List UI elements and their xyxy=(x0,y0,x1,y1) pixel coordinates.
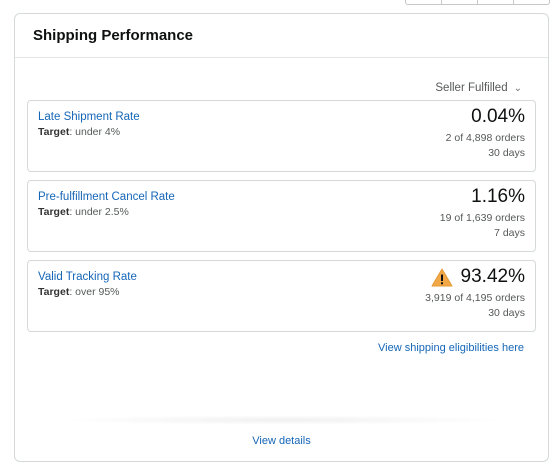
metric-target: Target: under 4% xyxy=(38,126,140,138)
metric-orders: 3,919 of 4,195 orders xyxy=(425,292,525,304)
metric-valid-tracking-rate: Valid Tracking Rate Target: over 95% 93.… xyxy=(27,260,536,332)
metric-name-link[interactable]: Late Shipment Rate xyxy=(38,111,140,123)
target-value: : under 2.5% xyxy=(69,206,129,218)
shipping-performance-card: Shipping Performance Seller Fulfilled ⌄ … xyxy=(14,13,549,462)
warning-icon xyxy=(431,268,453,286)
fulfillment-filter-dropdown[interactable]: Seller Fulfilled ⌄ xyxy=(435,82,522,94)
chevron-down-icon: ⌄ xyxy=(513,82,522,94)
target-value: : over 95% xyxy=(69,286,120,298)
metric-name-link[interactable]: Pre-fulfillment Cancel Rate xyxy=(38,191,175,203)
card-header: Shipping Performance xyxy=(15,14,548,58)
filter-label: Seller Fulfilled xyxy=(435,82,508,94)
top-button-segment[interactable] xyxy=(442,0,478,4)
metric-value: 0.04% xyxy=(446,106,525,128)
metric-value-text: 0.04% xyxy=(471,106,525,127)
target-label: Target xyxy=(38,286,70,298)
metric-period: 7 days xyxy=(494,227,525,239)
metric-orders: 19 of 1,639 orders xyxy=(439,212,525,224)
top-button-segment[interactable] xyxy=(406,0,442,4)
target-value: : under 4% xyxy=(69,126,121,138)
metric-value-text: 1.16% xyxy=(471,186,525,207)
filter-row: Seller Fulfilled ⌄ xyxy=(15,58,548,100)
metric-period: 30 days xyxy=(488,147,525,159)
top-button-group[interactable] xyxy=(405,0,550,5)
metric-period: 30 days xyxy=(488,307,525,319)
footer-divider-shadow xyxy=(55,415,508,425)
metric-name-link[interactable]: Valid Tracking Rate xyxy=(38,271,137,283)
metric-value: 93.42% xyxy=(425,266,525,288)
metric-orders: 2 of 4,898 orders xyxy=(445,132,525,144)
view-details-link[interactable]: View details xyxy=(15,435,548,447)
target-label: Target xyxy=(38,126,70,138)
metric-late-shipment-rate: Late Shipment Rate Target: under 4% 0.04… xyxy=(27,100,536,172)
metric-value: 1.16% xyxy=(440,186,525,208)
target-label: Target xyxy=(38,206,70,218)
metric-value-text: 93.42% xyxy=(460,266,525,287)
top-button-segment[interactable] xyxy=(514,0,549,4)
top-button-segment[interactable] xyxy=(478,0,514,4)
metric-target: Target: over 95% xyxy=(38,286,137,298)
metric-target: Target: under 2.5% xyxy=(38,206,175,218)
metric-pre-fulfillment-cancel-rate: Pre-fulfillment Cancel Rate Target: unde… xyxy=(27,180,536,252)
view-shipping-eligibilities-link[interactable]: View shipping eligibilities here xyxy=(15,342,548,354)
card-title: Shipping Performance xyxy=(33,27,194,44)
